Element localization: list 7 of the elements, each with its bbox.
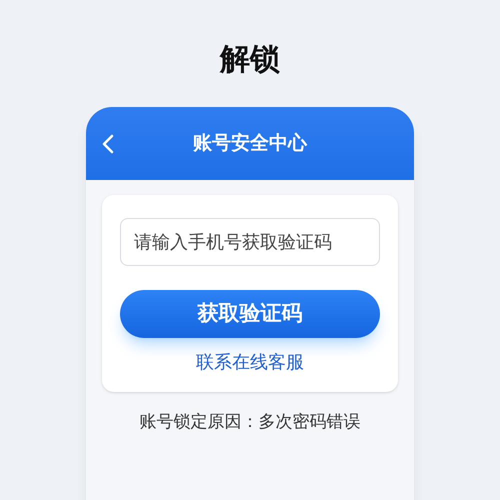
- lock-reason-text: 账号锁定原因：多次密码错误: [140, 411, 360, 434]
- back-icon[interactable]: [102, 134, 114, 154]
- phone-input-field[interactable]: 请输入手机号获取验证码: [120, 218, 380, 266]
- header-title: 账号安全中心: [193, 131, 307, 156]
- page-title: 解锁: [220, 41, 280, 79]
- get-code-button[interactable]: 获取验证码: [120, 290, 380, 338]
- support-link[interactable]: 联系在线客服: [196, 349, 304, 376]
